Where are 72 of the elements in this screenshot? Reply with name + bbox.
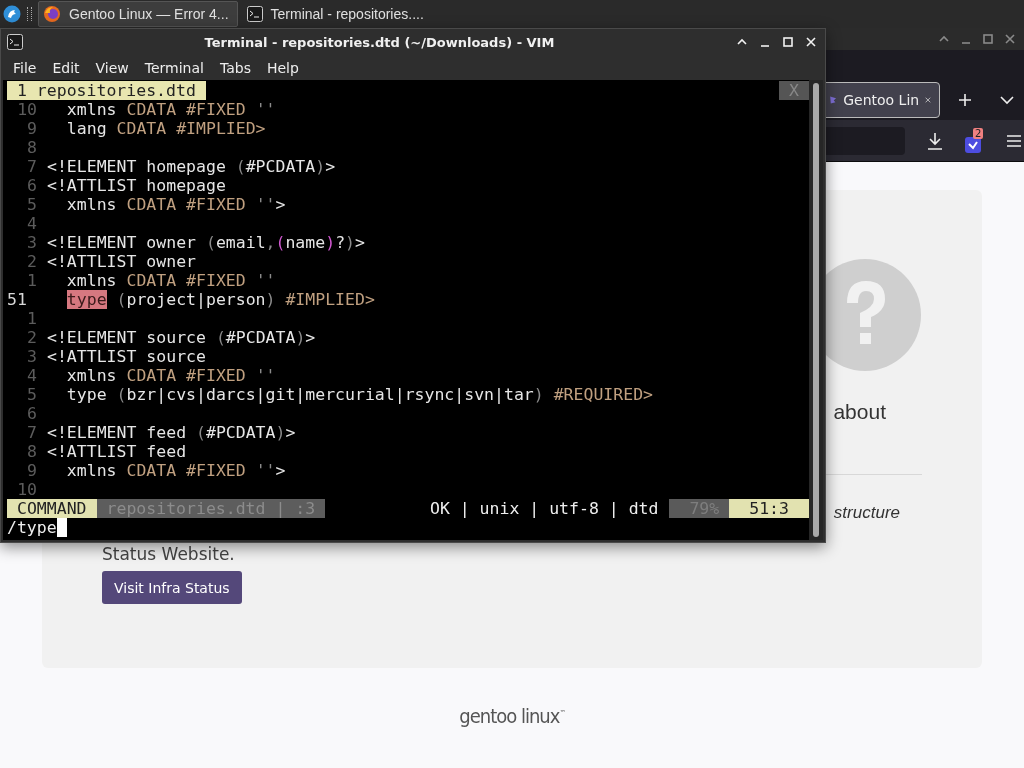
line-number: 10 [16, 480, 37, 499]
cursor-position: 51:3 [729, 499, 809, 518]
scrollbar[interactable] [809, 80, 823, 540]
footer-logo: gentoo linux$^{™}$ [459, 704, 565, 728]
download-icon[interactable] [927, 131, 943, 150]
code-line: <!ELEMENT owner (email,(name)?)> [47, 233, 365, 252]
menu-item[interactable]: Tabs [211, 59, 259, 76]
code-line: <!ELEMENT homepage (#PCDATA)> [47, 157, 336, 176]
code-line: xmlns CDATA #FIXED '' [65, 100, 276, 119]
terminal-icon [246, 6, 263, 22]
line-number: 10 [16, 100, 37, 119]
line-number: 5 [26, 195, 37, 214]
code-line: type (bzr|cvs|darcs|git|mercurial|rsync|svn|tar) #REQUIRED> [65, 385, 653, 404]
italic-text: structure [833, 502, 900, 524]
code-line: type (project|person) #IMPLIED> [65, 290, 375, 309]
code-line: <!ATTLIST source [47, 347, 206, 366]
code-line: <!ATTLIST owner [47, 252, 196, 271]
line-number: 6 [26, 176, 37, 195]
line-number: 3 [26, 347, 37, 366]
line-number: 4 [26, 366, 37, 385]
menu-item[interactable]: Edit [44, 59, 88, 76]
browser-icon [43, 5, 61, 23]
code-line: xmlns CDATA #FIXED ''> [65, 461, 286, 480]
line-number: 7 [26, 423, 37, 442]
line-number: 1 [26, 271, 37, 290]
line-number: 8 [26, 138, 37, 157]
menu-icon[interactable] [1007, 134, 1021, 147]
code-line: <!ELEMENT source (#PCDATA)> [47, 328, 316, 347]
line-number: 3 [26, 233, 37, 252]
code-line: <!ATTLIST homepage [47, 176, 226, 195]
scrollbar-thumb[interactable] [813, 83, 819, 537]
start-menu-icon[interactable] [3, 5, 21, 23]
menu-item[interactable]: Terminal [136, 59, 212, 76]
code-line: xmlns CDATA #FIXED ''> [65, 195, 286, 214]
line-number: 4 [26, 214, 37, 233]
heading-text: about [833, 399, 886, 425]
code-line: xmlns CDATA #FIXED '' [65, 366, 276, 385]
line-number: 9 [26, 461, 37, 480]
line-number: 7 [26, 157, 37, 176]
code-line: <!ELEMENT feed (#PCDATA)> [47, 423, 296, 442]
line-number: 2 [26, 252, 37, 271]
menu-item[interactable]: Help [258, 59, 307, 76]
line-number: 2 [26, 328, 37, 347]
line-number: 9 [26, 119, 37, 138]
command-line[interactable]: /type [7, 518, 57, 537]
panel-handle [27, 7, 32, 21]
extension-button[interactable]: 2 [965, 127, 985, 154]
status-info: OK | unix | utf-8 | dtd [429, 499, 660, 518]
shield-icon [965, 135, 981, 154]
line-number: 8 [26, 442, 37, 461]
taskbar-button[interactable]: Gentoo Linux — Error 4... [38, 1, 238, 27]
code-line: lang CDATA #IMPLIED> [65, 119, 266, 138]
line-number: 5 [26, 385, 37, 404]
mode-indicator: COMMAND [7, 499, 97, 518]
line-number: 1 [26, 309, 37, 328]
menu-item[interactable]: File [5, 59, 45, 76]
menu-item[interactable]: View [87, 59, 137, 76]
window-title: Terminal - repositories.dtd (~/Downloads) - VIM [203, 34, 556, 50]
visit-status-button[interactable]: Visit Infra Status [102, 571, 242, 604]
paragraph-text: Status Website. [102, 543, 235, 566]
chevron-down-icon[interactable] [1000, 95, 1014, 105]
plus-icon[interactable] [958, 93, 972, 107]
terminal-icon [7, 34, 23, 50]
badge-count: 2 [973, 127, 984, 139]
code-line: <!ATTLIST feed [47, 442, 187, 461]
taskbar-button[interactable]: Terminal - repositories.... [241, 1, 433, 27]
code-line: xmlns CDATA #FIXED '' [65, 271, 276, 290]
text-cursor [56, 518, 67, 537]
address-field[interactable] [826, 126, 905, 155]
line-number: 6 [26, 404, 37, 423]
line-number: 51 [7, 290, 28, 309]
editor-tab[interactable]: 1 repositories.dtd [7, 81, 206, 100]
